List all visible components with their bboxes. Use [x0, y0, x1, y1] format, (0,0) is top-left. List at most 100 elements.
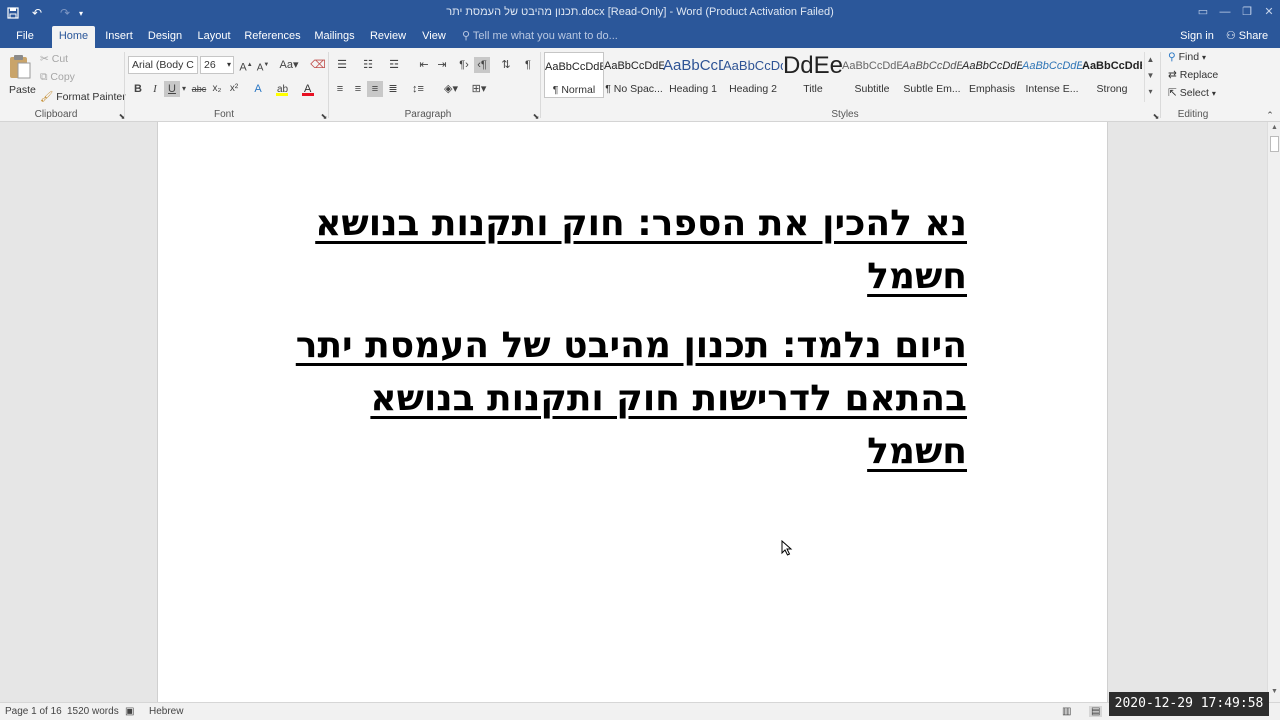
font-size-value: 26: [204, 59, 216, 71]
style-emphasis[interactable]: AaBbCcDdEe Emphasis: [962, 52, 1022, 98]
scroll-thumb[interactable]: [1270, 136, 1279, 152]
tab-mailings[interactable]: Mailings: [310, 26, 359, 48]
ltr-icon[interactable]: ¶›: [456, 57, 472, 73]
search-icon: ⚲: [1168, 51, 1176, 63]
tell-me-box[interactable]: ⚲ Tell me what you want to do...: [462, 26, 622, 48]
underline-button[interactable]: U: [164, 81, 180, 97]
tab-file[interactable]: File: [8, 26, 42, 48]
chevron-down-icon: ▾: [226, 60, 231, 69]
style-intense-emphasis[interactable]: AaBbCcDdEe Intense E...: [1022, 52, 1082, 98]
language-indicator[interactable]: Hebrew: [149, 706, 183, 717]
tab-view[interactable]: View: [418, 26, 450, 48]
more-styles-icon[interactable]: ▾: [1145, 84, 1156, 100]
document-canvas: נא להכין את הספר: חוק ותקנות בנושא חשמל …: [0, 122, 1267, 702]
strikethrough-icon[interactable]: abc: [191, 81, 207, 97]
cut-label: Cut: [51, 53, 69, 65]
line-spacing-icon[interactable]: ↕≡: [407, 81, 429, 97]
collapse-ribbon-icon[interactable]: ⌃: [1262, 107, 1278, 123]
paintbrush-icon: 🖌: [40, 91, 54, 103]
scroll-down-icon[interactable]: ▼: [1270, 688, 1279, 698]
tab-design[interactable]: Design: [144, 26, 186, 48]
rtl-icon[interactable]: ‹¶: [474, 57, 490, 73]
sort-icon[interactable]: ⇅: [498, 57, 514, 73]
style-preview: AaBbCcDdEe: [604, 60, 664, 72]
change-case-icon[interactable]: Aa▾: [278, 57, 300, 73]
tab-home[interactable]: Home: [52, 26, 95, 48]
sign-in-link[interactable]: Sign in: [1176, 26, 1218, 48]
ribbon-display-icon[interactable]: ▭: [1192, 3, 1214, 21]
print-layout-icon[interactable]: ▤: [1089, 706, 1103, 717]
numbering-icon[interactable]: ☷: [360, 57, 376, 73]
replace-button[interactable]: ⇄ Replace: [1168, 69, 1218, 81]
read-mode-icon[interactable]: ▥: [1062, 706, 1071, 717]
style-subtle-emphasis[interactable]: AaBbCcDdEe Subtle Em...: [902, 52, 962, 98]
chevron-down-icon[interactable]: ▼: [1145, 68, 1156, 84]
justify-icon[interactable]: ≣: [385, 81, 401, 97]
word-count[interactable]: 1520 words: [67, 706, 119, 717]
style-title[interactable]: AaBbCcDdEe Title: [783, 52, 843, 98]
highlight-color-icon[interactable]: ab: [274, 81, 290, 97]
proofing-icon[interactable]: ▣: [125, 706, 134, 717]
style-name: Title: [803, 83, 823, 95]
paragraph-1[interactable]: נא להכין את הספר: חוק ותקנות בנושא חשמל: [267, 197, 967, 303]
paste-button[interactable]: Paste: [4, 52, 36, 104]
increase-indent-icon[interactable]: ⇥: [434, 57, 450, 73]
tab-layout[interactable]: Layout: [194, 26, 234, 48]
chevron-up-icon[interactable]: ▲: [1145, 52, 1156, 68]
align-center-icon[interactable]: ≡: [350, 81, 366, 97]
tab-insert[interactable]: Insert: [101, 26, 137, 48]
align-right-icon[interactable]: ≡: [367, 81, 383, 97]
style-preview: AaBbCcDdEe: [1022, 60, 1082, 72]
style-normal[interactable]: AaBbCcDdEe ¶ Normal: [544, 52, 604, 98]
align-left-icon[interactable]: ≡: [332, 81, 348, 97]
font-group-label: Font: [213, 109, 234, 120]
select-button[interactable]: ⇱ Select ▾: [1168, 87, 1216, 99]
style-heading-2[interactable]: AaBbCcDdEe Heading 2: [723, 52, 783, 98]
decrease-indent-icon[interactable]: ⇤: [416, 57, 432, 73]
italic-button[interactable]: I: [147, 81, 163, 97]
share-button[interactable]: ⚇ Share: [1222, 26, 1272, 48]
superscript-icon[interactable]: x²: [226, 81, 242, 97]
style-strong[interactable]: AaBbCcDdEe Strong: [1082, 52, 1142, 98]
page-count[interactable]: Page 1 of 16: [5, 706, 62, 717]
tab-references[interactable]: References: [243, 26, 302, 48]
bold-button[interactable]: B: [130, 81, 146, 97]
paragraph-2[interactable]: היום נלמד: תכנון מהיבט של העמסת יתר בהתא…: [267, 319, 967, 478]
font-name-combo[interactable]: Arial (Body C: [128, 56, 198, 74]
subscript-icon[interactable]: x₂: [209, 81, 225, 97]
style-subtitle[interactable]: AaBbCcDdEe Subtitle: [842, 52, 902, 98]
replace-label: Replace: [1179, 69, 1219, 81]
font-size-combo[interactable]: 26 ▾: [200, 56, 234, 74]
style-name: Subtitle: [854, 83, 890, 95]
vertical-scrollbar[interactable]: ▲ ▼: [1267, 122, 1280, 702]
cursor-icon: ⇱: [1168, 87, 1177, 99]
window-title: תכנון מהיבט של העמסת יתר.docx [Read-Only…: [446, 6, 834, 18]
style-preview: AaBbCcDdEe: [842, 60, 902, 72]
style-no-spacing[interactable]: AaBbCcDdEe ¶ No Spac...: [604, 52, 664, 98]
document-page[interactable]: נא להכין את הספר: חוק ותקנות בנושא חשמל …: [157, 122, 1108, 702]
shading-icon[interactable]: ◈▾: [440, 81, 462, 97]
find-button[interactable]: ⚲ Find ▾: [1168, 51, 1206, 63]
minimize-icon[interactable]: —: [1214, 3, 1236, 21]
clear-formatting-icon[interactable]: ⌫: [310, 57, 326, 73]
underline-dropdown-icon[interactable]: ▾: [180, 81, 188, 97]
timestamp-overlay: 2020-12-29 17:49:58: [1109, 692, 1269, 716]
shrink-font-icon[interactable]: A▼: [255, 57, 271, 73]
text-effects-icon[interactable]: A: [250, 81, 266, 97]
grow-font-icon[interactable]: A▲: [238, 57, 254, 74]
style-heading-1[interactable]: AaBbCcDdEe Heading 1: [663, 52, 723, 98]
format-painter-button[interactable]: 🖌 Format Painter: [40, 90, 126, 103]
font-color-icon[interactable]: A: [300, 81, 316, 97]
style-preview: AaBbCcDdEe: [783, 52, 843, 79]
style-name: Intense E...: [1025, 83, 1079, 95]
show-marks-icon[interactable]: ¶: [520, 57, 536, 73]
tab-review[interactable]: Review: [367, 26, 409, 48]
scroll-up-icon[interactable]: ▲: [1270, 124, 1279, 134]
close-icon[interactable]: ✕: [1258, 3, 1280, 21]
styles-scroll[interactable]: ▲ ▼ ▾: [1144, 52, 1156, 102]
multilevel-list-icon[interactable]: ☲: [386, 57, 402, 73]
bullets-icon[interactable]: ☰: [334, 57, 350, 73]
share-label: Share: [1238, 30, 1269, 42]
borders-icon[interactable]: ⊞▾: [468, 81, 490, 97]
restore-icon[interactable]: ❐: [1236, 3, 1258, 21]
